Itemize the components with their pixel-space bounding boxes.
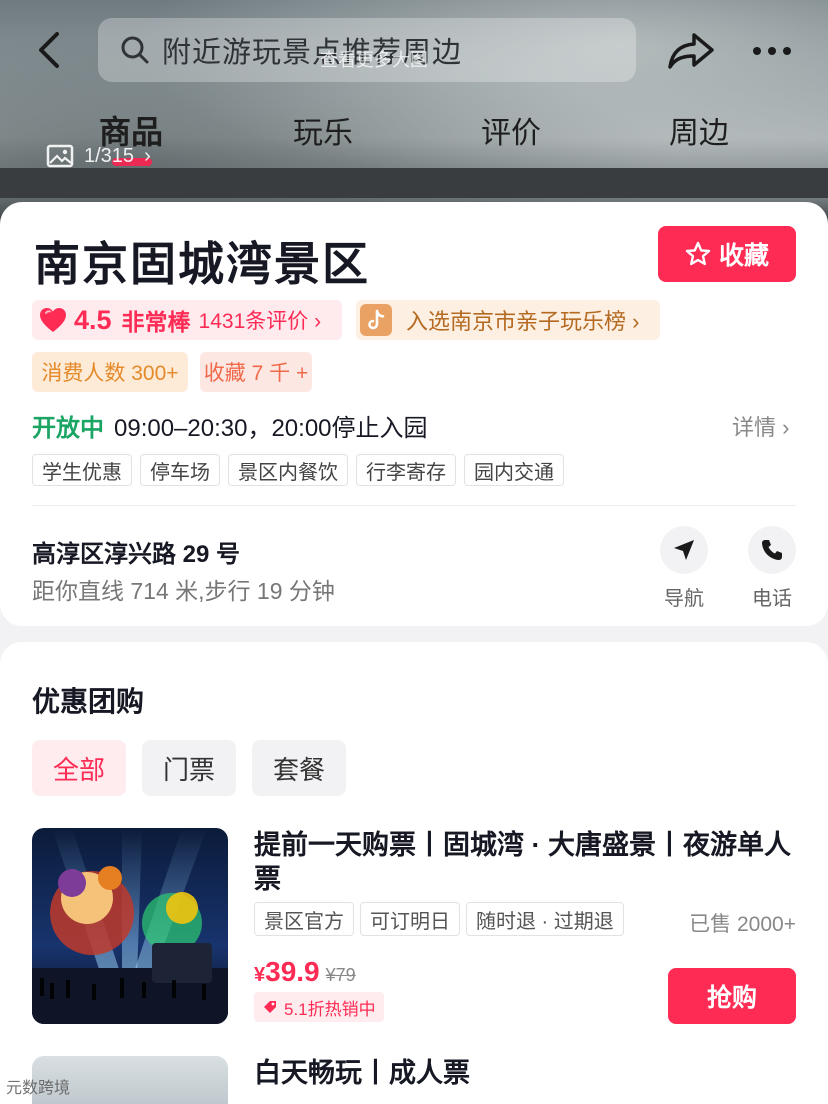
deal-tag: 随时退 · 过期退 bbox=[466, 902, 624, 936]
filter-tickets[interactable]: 门票 bbox=[142, 740, 236, 796]
back-button[interactable] bbox=[28, 28, 68, 72]
rank-label: 入选南京市亲子玩乐榜 › bbox=[406, 309, 640, 334]
back-arrow-icon bbox=[39, 32, 59, 68]
facility-tag: 停车场 bbox=[140, 454, 220, 486]
heart-icon bbox=[40, 308, 66, 332]
navigation-icon bbox=[674, 540, 694, 560]
rating-score: 4.5 bbox=[74, 304, 112, 335]
buy-button[interactable]: 抢购 bbox=[668, 968, 796, 1024]
hours-text: 09:00–20:30，20:00停止入园 bbox=[114, 415, 428, 442]
deal-tag: 景区官方 bbox=[254, 902, 354, 936]
currency-symbol: ¥ bbox=[254, 964, 266, 986]
sold-count: 已售 2000+ bbox=[689, 913, 796, 936]
star-icon bbox=[685, 241, 711, 267]
rank-badge[interactable]: 入选南京市亲子玩乐榜 › bbox=[356, 300, 660, 340]
price-value: 39.9 bbox=[265, 956, 320, 987]
facility-tag: 景区内餐饮 bbox=[228, 454, 348, 486]
deal-title: 白天畅玩丨成人票 bbox=[254, 1058, 470, 1088]
address[interactable]: 高淳区淳兴路 29 号 bbox=[32, 534, 240, 569]
call-label: 电话 bbox=[752, 588, 792, 610]
watermark-text: 元数跨境 bbox=[6, 1080, 71, 1097]
tag-icon bbox=[264, 1001, 276, 1013]
phone-icon bbox=[762, 540, 782, 560]
share-icon bbox=[668, 33, 714, 69]
hero-shadow bbox=[0, 168, 828, 198]
search-icon bbox=[121, 36, 149, 64]
more-icon bbox=[753, 47, 791, 55]
filter-packages[interactable]: 套餐 bbox=[252, 740, 346, 796]
favorite-label: 收藏 bbox=[718, 242, 769, 270]
deal-tags: 景区官方 可订明日 随时退 · 过期退 bbox=[254, 902, 630, 936]
navigate-button[interactable]: 导航 bbox=[654, 526, 714, 611]
douyin-logo-icon bbox=[360, 304, 392, 336]
deal-item[interactable]: 提前一天购票丨固城湾 · 大唐盛景丨夜游单人票 景区官方 可订明日 随时退 · … bbox=[32, 828, 796, 1028]
consumer-count-badge: 消费人数 300+ bbox=[32, 352, 188, 392]
more-button[interactable] bbox=[748, 28, 796, 74]
deal-thumbnail[interactable] bbox=[32, 828, 228, 1024]
deal-tag: 可订明日 bbox=[360, 902, 460, 936]
original-price: ¥79 bbox=[325, 965, 356, 985]
facility-tag: 园内交通 bbox=[464, 454, 564, 486]
share-button[interactable] bbox=[664, 28, 718, 74]
section-title: 优惠团购 bbox=[32, 686, 145, 717]
facility-tag: 行李寄存 bbox=[356, 454, 456, 486]
details-link[interactable]: 详情 › bbox=[732, 410, 789, 442]
photo-hint: 查看更多大图 bbox=[320, 50, 428, 70]
facility-tag: 学生优惠 bbox=[32, 454, 132, 486]
rating-word: 非常棒 bbox=[121, 309, 191, 335]
chevron-right-icon: › bbox=[144, 144, 151, 167]
promo-text: 5.1折热销中 bbox=[284, 999, 376, 1019]
photo-count-text: 1/315 bbox=[84, 144, 135, 167]
scenic-info-card: 南京固城湾景区 收藏 4.5 非常棒 1431条评价 › 入选南京市亲子玩乐榜 … bbox=[0, 202, 828, 626]
favorite-count-badge: 收藏 7 千 + bbox=[200, 352, 312, 392]
filter-all[interactable]: 全部 bbox=[32, 740, 126, 796]
open-status: 开放中 bbox=[32, 415, 104, 442]
call-button[interactable]: 电话 bbox=[742, 526, 802, 611]
deal-item[interactable]: 白天畅玩丨成人票 bbox=[32, 1056, 796, 1104]
tab-reviews[interactable]: 评价 bbox=[480, 104, 542, 156]
deal-price: ¥ 39.9 ¥79 bbox=[254, 956, 356, 988]
favorite-button[interactable]: 收藏 bbox=[658, 226, 796, 282]
navigate-label: 导航 bbox=[664, 588, 704, 610]
group-deals-section: 优惠团购 全部 门票 套餐 提前一天购票丨固城湾 · 大唐盛景丨夜游单人票 景区… bbox=[0, 642, 828, 1104]
facility-tags: 学生优惠 停车场 景区内餐饮 行李寄存 园内交通 bbox=[32, 454, 572, 486]
top-bar: 附近游玩景点推荐周边 查看更多大图 bbox=[0, 18, 828, 82]
review-count: 1431条评价 › bbox=[198, 310, 322, 333]
watermark: 元数跨境 bbox=[6, 1074, 70, 1098]
tab-fun[interactable]: 玩乐 bbox=[292, 104, 354, 156]
deal-title: 提前一天购票丨固城湾 · 大唐盛景丨夜游单人票 bbox=[254, 830, 791, 894]
page-title: 南京固城湾景区 bbox=[34, 238, 370, 290]
promo-badge: 5.1折热销中 bbox=[254, 992, 384, 1022]
divider bbox=[32, 505, 796, 506]
image-icon bbox=[46, 144, 74, 168]
distance-text: 距你直线 714 米,步行 19 分钟 bbox=[32, 578, 335, 604]
tab-nearby[interactable]: 周边 bbox=[668, 104, 730, 156]
rating-badge[interactable]: 4.5 非常棒 1431条评价 › bbox=[32, 300, 342, 340]
photo-counter[interactable]: 1/315 › bbox=[46, 144, 151, 168]
opening-hours: 开放中 09:00–20:30，20:00停止入园 bbox=[32, 408, 428, 443]
